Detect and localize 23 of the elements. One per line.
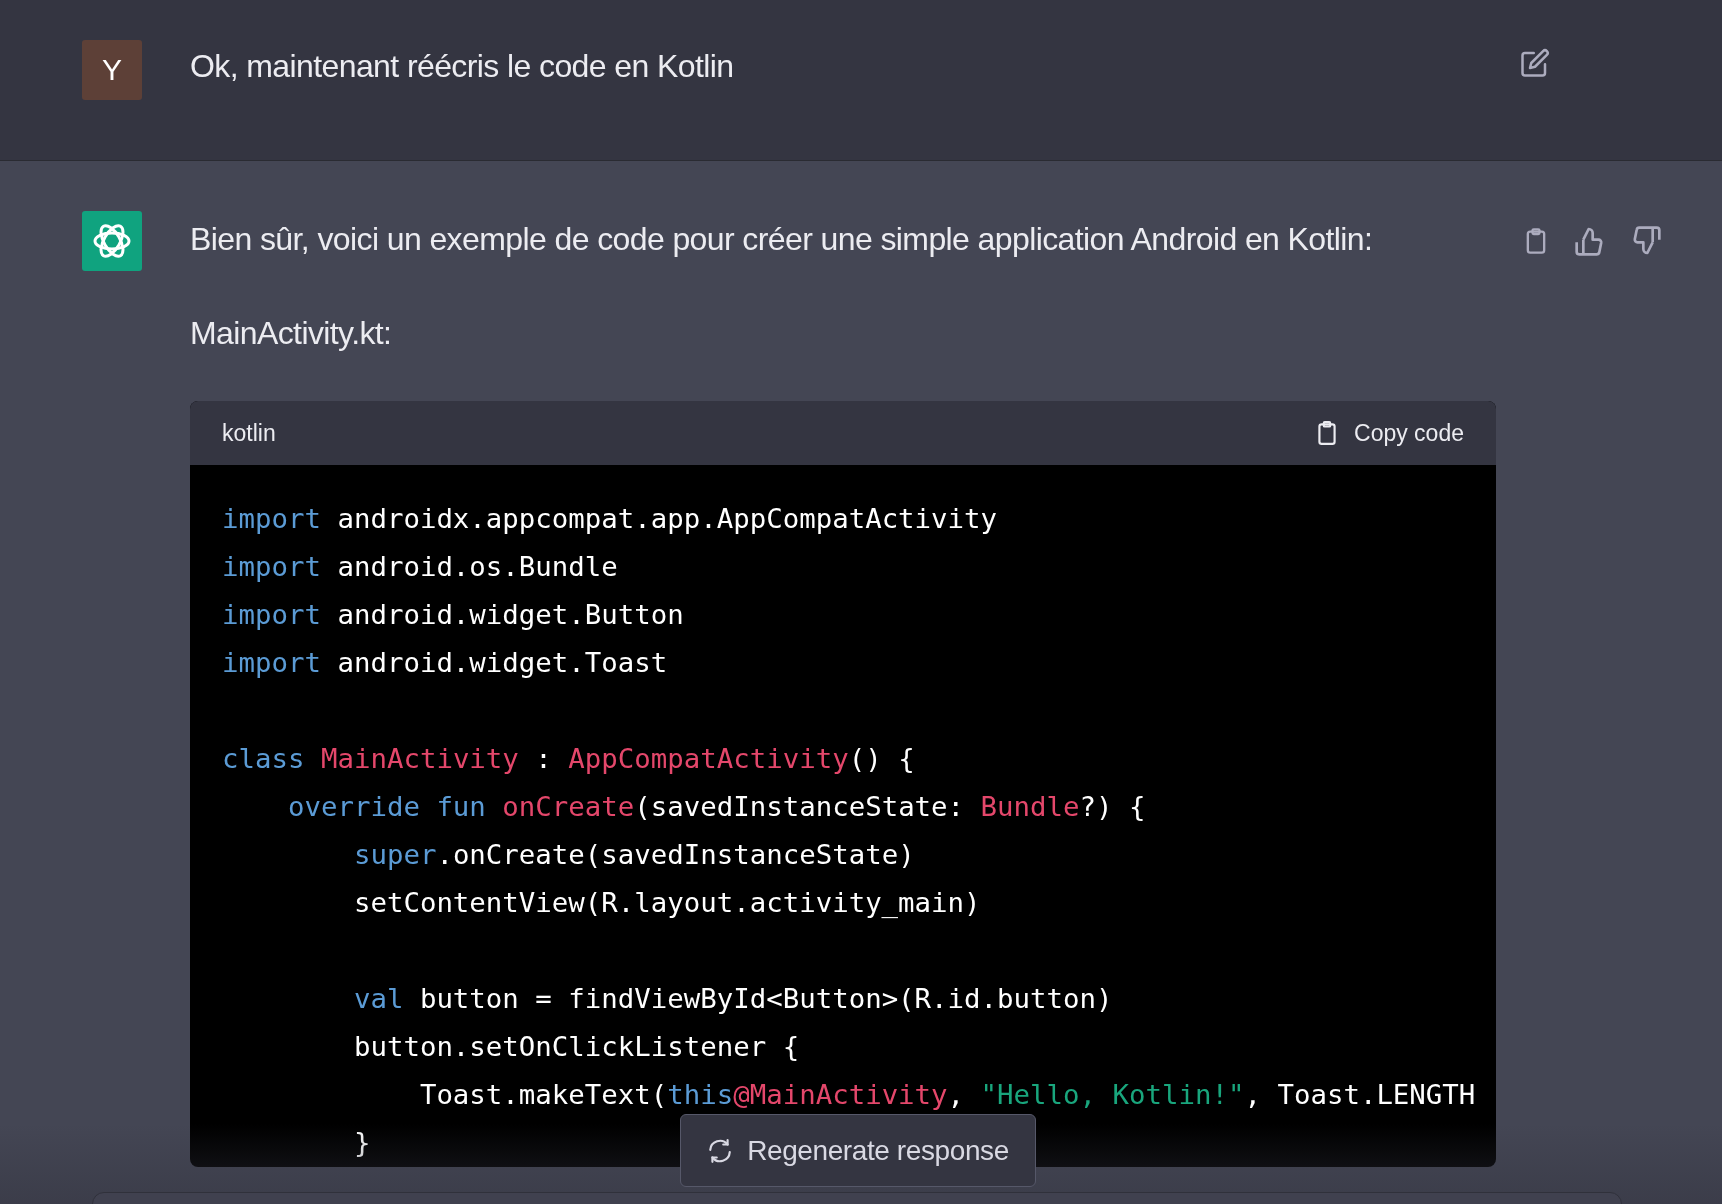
code-line: import android.widget.Button	[222, 598, 684, 632]
code-line: class MainActivity : AppCompatActivity() {	[222, 742, 915, 776]
user-message: Ok, maintenant réécris le code en Kotlin	[190, 47, 735, 86]
code-language: kotlin	[222, 419, 276, 447]
edit-icon[interactable]	[1520, 48, 1550, 78]
file-name: MainActivity.kt:	[190, 314, 393, 353]
code-line: setContentView(R.layout.activity_main)	[352, 886, 981, 920]
regenerate-button[interactable]: Regenerate response	[680, 1114, 1036, 1187]
code-line: import android.widget.Toast	[222, 646, 668, 680]
code-line: button.setOnClickListener {	[352, 1030, 800, 1064]
user-avatar: Y	[82, 40, 142, 100]
code-line: override fun onCreate(savedInstanceState: Bundle?) {	[286, 790, 1146, 824]
code-line: super.onCreate(savedInstanceState)	[352, 838, 915, 872]
thumbs-down-icon[interactable]	[1630, 225, 1662, 257]
code-line: import androidx.appcompat.app.AppCompatActivity	[222, 502, 998, 536]
code-line: import android.os.Bundle	[222, 550, 618, 584]
refresh-icon	[707, 1137, 734, 1164]
assistant-message: Bien sûr, voici un exemple de code pour créer une simple application Android en Kotlin:	[190, 220, 1374, 259]
code-line: Toast.makeText(this@MainActivity, "Hello, Kotlin!", Toast.LENGTH	[418, 1078, 1476, 1112]
code-line: }	[352, 1126, 371, 1160]
copy-code-button[interactable]: Copy code	[1314, 419, 1464, 447]
code-line: val button = findViewById<Button>(R.id.button)	[352, 982, 1113, 1016]
assistant-logo-icon	[82, 211, 142, 271]
